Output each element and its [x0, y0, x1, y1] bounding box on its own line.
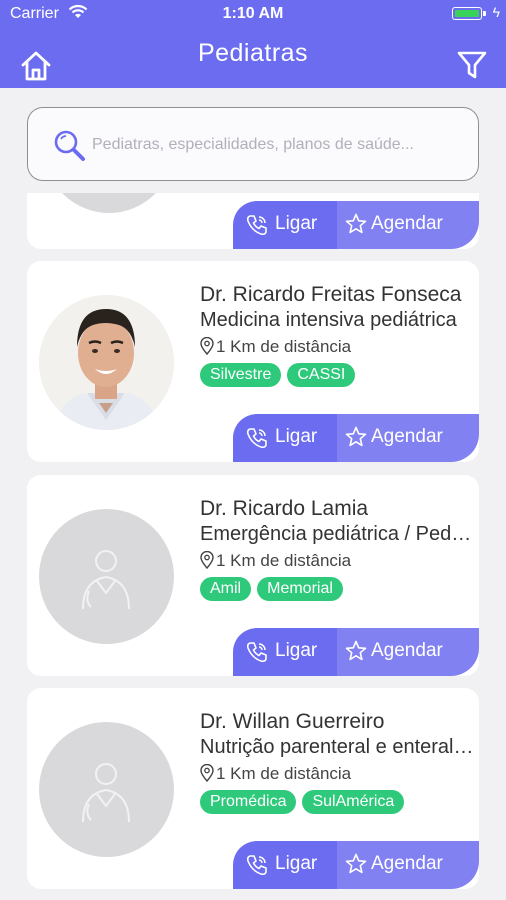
- doctor-distance: 1 Km de distância: [200, 764, 351, 784]
- search-input[interactable]: [90, 130, 464, 160]
- schedule-button-label: Agendar: [371, 853, 443, 874]
- schedule-button-label: Agendar: [371, 426, 443, 447]
- doctor-placeholder-icon: [82, 763, 130, 823]
- doctor-specialty: Nutrição parenteral e enteral pediátrica: [200, 736, 475, 758]
- doctor-specialty: Emergência pediátrica / Pediatria: [200, 523, 475, 545]
- card-actions: Ligar Agendar: [233, 414, 479, 462]
- search-bar: [27, 107, 479, 181]
- doctor-photo: [39, 295, 174, 430]
- health-plan-tag: Silvestre: [200, 363, 282, 387]
- doctor-name: Dr. Ricardo Lamia: [200, 497, 369, 520]
- health-plan-tag: SulAmérica: [302, 790, 405, 814]
- page-title: Pediatras: [197, 39, 309, 67]
- health-plan-tags: Amil Memorial: [200, 577, 349, 601]
- star-icon: [345, 640, 367, 661]
- health-plan-tag: Memorial: [257, 577, 343, 601]
- distance-label: 1 Km de distância: [216, 764, 352, 783]
- avatar: [39, 509, 174, 644]
- card-actions: Ligar Agendar: [233, 628, 479, 676]
- health-plan-tag: Promédica: [200, 790, 297, 814]
- doctor-card[interactable]: Dr. Ricardo Lamia Emergência pediátrica …: [27, 475, 479, 676]
- search-icon: [54, 130, 85, 161]
- schedule-button-label: Agendar: [371, 213, 443, 234]
- call-button[interactable]: Ligar: [233, 841, 337, 889]
- call-button[interactable]: Ligar: [233, 201, 337, 249]
- health-plan-tags: Silvestre CASSI: [200, 363, 361, 387]
- schedule-button[interactable]: Agendar: [337, 201, 479, 249]
- phone-icon: [246, 855, 267, 876]
- doctor-specialty: Medicina intensiva pediátrica: [200, 309, 457, 331]
- filter-icon[interactable]: [457, 50, 487, 80]
- health-plan-tags: Promédica SulAmérica: [200, 790, 410, 814]
- doctor-placeholder-icon: [82, 550, 130, 610]
- doctor-card[interactable]: Dr. Willan Guerreiro Nutrição parenteral…: [27, 688, 479, 889]
- nav-bar: Pediatras: [0, 28, 506, 88]
- phone-icon: [246, 642, 267, 663]
- clock: 1:10 AM: [222, 5, 284, 22]
- doctor-name: Dr. Ricardo Freitas Fonseca: [200, 283, 462, 306]
- call-button-label: Ligar: [275, 853, 318, 874]
- phone-icon: [246, 215, 267, 236]
- star-icon: [345, 213, 367, 234]
- battery-icon: [452, 7, 482, 20]
- schedule-button[interactable]: Agendar: [337, 841, 479, 889]
- doctor-card[interactable]: Dr. Ricardo Freitas Fonseca Medicina int…: [27, 261, 479, 462]
- avatar: [39, 722, 174, 857]
- doctor-card-partial[interactable]: Ligar Agendar: [27, 193, 479, 249]
- status-bar: Carrier 1:10 AM ϟ: [0, 0, 506, 28]
- star-icon: [345, 426, 367, 447]
- doctor-distance: 1 Km de distância: [200, 337, 351, 357]
- star-icon: [345, 853, 367, 874]
- location-pin-icon: [200, 764, 214, 782]
- distance-label: 1 Km de distância: [216, 551, 352, 570]
- card-actions: Ligar Agendar: [233, 201, 479, 249]
- call-button[interactable]: Ligar: [233, 628, 337, 676]
- schedule-button-label: Agendar: [371, 640, 443, 661]
- schedule-button[interactable]: Agendar: [337, 628, 479, 676]
- doctor-name: Dr. Willan Guerreiro: [200, 710, 385, 733]
- call-button-label: Ligar: [275, 640, 318, 661]
- location-pin-icon: [200, 337, 214, 355]
- phone-icon: [246, 428, 267, 449]
- location-pin-icon: [200, 551, 214, 569]
- card-actions: Ligar Agendar: [233, 841, 479, 889]
- schedule-button[interactable]: Agendar: [337, 414, 479, 462]
- avatar: [44, 193, 174, 213]
- call-button-label: Ligar: [275, 426, 318, 447]
- call-button[interactable]: Ligar: [233, 414, 337, 462]
- health-plan-tag: Amil: [200, 577, 252, 601]
- avatar: [39, 295, 174, 430]
- charging-icon: ϟ: [492, 4, 500, 20]
- distance-label: 1 Km de distância: [216, 337, 352, 356]
- health-plan-tag: CASSI: [287, 363, 356, 387]
- call-button-label: Ligar: [275, 213, 318, 234]
- doctor-distance: 1 Km de distância: [200, 551, 351, 571]
